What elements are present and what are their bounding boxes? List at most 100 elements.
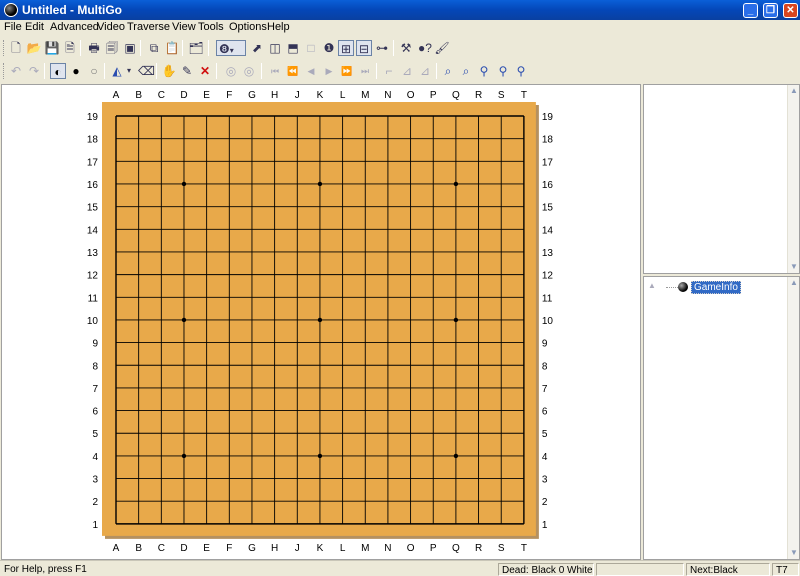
- move-number-icon: ❽: [219, 42, 230, 56]
- menu-advanced[interactable]: Advanced: [50, 21, 99, 33]
- pass-white-icon[interactable]: ◎: [241, 63, 257, 79]
- document-icon[interactable]: 🗎: [62, 40, 78, 56]
- comment-panel[interactable]: ▲ ▼: [643, 84, 800, 274]
- blank-frame-icon[interactable]: □: [303, 40, 319, 56]
- find-icon[interactable]: ⌕: [440, 63, 456, 79]
- eraser-icon[interactable]: ⌫: [138, 63, 155, 79]
- row-label-left: 3: [92, 475, 98, 486]
- menu-edit[interactable]: Edit: [25, 21, 44, 33]
- dropdown-arrow-icon[interactable]: ▾: [124, 63, 134, 79]
- tree-structure-icon[interactable]: ⊶: [374, 40, 390, 56]
- find-all-icon[interactable]: ⚲: [513, 63, 529, 79]
- restore-button[interactable]: ❐: [763, 3, 778, 18]
- tools-icon[interactable]: ⚒: [398, 40, 414, 56]
- row-label-left: 18: [87, 135, 99, 146]
- board-view-icon[interactable]: ◫: [267, 40, 283, 56]
- copy-icon[interactable]: ⧉: [146, 40, 162, 56]
- fast-back-icon[interactable]: ⏪: [285, 63, 301, 79]
- hand-icon[interactable]: ✋: [161, 63, 177, 79]
- goto-icon[interactable]: ⬈: [249, 40, 265, 56]
- toolbar-separator: [80, 40, 81, 56]
- find-prev-icon[interactable]: ⚲: [495, 63, 511, 79]
- tree-scrollbar[interactable]: ▲ ▼: [787, 277, 799, 559]
- redo-icon[interactable]: ↷: [26, 63, 42, 79]
- variation-up-icon[interactable]: ⊿: [399, 63, 415, 79]
- column-label-top: T: [521, 90, 527, 101]
- menu-view[interactable]: View: [172, 21, 196, 33]
- toolbar-separator: [104, 63, 105, 79]
- column-label-bottom: G: [248, 543, 256, 554]
- save-icon[interactable]: 💾: [44, 40, 60, 56]
- column-label-bottom: C: [158, 543, 165, 554]
- row-label-right: 1: [542, 520, 548, 531]
- board-frame-icon[interactable]: ⬒: [285, 40, 301, 56]
- open-folder-icon[interactable]: 📂: [26, 40, 42, 56]
- find-next-icon[interactable]: ⌕: [458, 63, 474, 79]
- brush-icon[interactable]: 🖌: [434, 40, 450, 56]
- app-go-stone-icon[interactable]: [4, 3, 18, 17]
- go-board[interactable]: AABBCCDDEEFFGGHHJJKKLLMMNNOOPPQQRRSSTT19…: [2, 85, 640, 559]
- fast-forward-icon[interactable]: ⏩: [339, 63, 355, 79]
- print-icon[interactable]: 🖶: [86, 40, 102, 56]
- row-label-left: 19: [87, 112, 99, 123]
- tree-collapse-icon[interactable]: ▲: [648, 281, 656, 290]
- status-empty-pane: [596, 563, 684, 576]
- toolbar-grip[interactable]: [3, 40, 6, 56]
- number-one-icon[interactable]: ❶: [321, 40, 337, 56]
- menu-traverse[interactable]: Traverse: [127, 21, 170, 33]
- close-button[interactable]: ✕: [783, 3, 798, 18]
- pass-icon[interactable]: ◎: [223, 63, 239, 79]
- scroll-down-icon[interactable]: ▼: [789, 548, 799, 558]
- print-preview-icon[interactable]: 🗐: [104, 40, 120, 56]
- variation-down-icon[interactable]: ⊿: [417, 63, 433, 79]
- first-move-icon[interactable]: ⏮: [267, 63, 283, 79]
- row-label-right: 9: [542, 339, 548, 350]
- status-next-player: Next:Black: [686, 563, 770, 576]
- export-image-icon[interactable]: ▣: [122, 40, 138, 56]
- row-label-right: 14: [542, 225, 554, 236]
- white-stone-icon[interactable]: ○: [86, 63, 102, 79]
- menu-options[interactable]: Options: [229, 21, 267, 33]
- row-label-right: 6: [542, 407, 548, 418]
- scroll-up-icon[interactable]: ▲: [789, 86, 799, 96]
- toolbar-separator: [208, 40, 209, 56]
- menu-tools[interactable]: Tools: [198, 21, 224, 33]
- pencil-icon[interactable]: ✎: [179, 63, 195, 79]
- game-tree-panel[interactable]: ▲ GameInfo ▲ ▼: [643, 276, 800, 560]
- star-point: [453, 453, 459, 459]
- scroll-up-icon[interactable]: ▲: [789, 278, 799, 288]
- scroll-down-icon[interactable]: ▼: [789, 262, 799, 272]
- menu-help[interactable]: Help: [267, 21, 290, 33]
- menu-video[interactable]: Video: [97, 21, 125, 33]
- toolbar-separator: [261, 63, 262, 79]
- column-label-top: F: [226, 90, 232, 101]
- menu-file[interactable]: File: [4, 21, 22, 33]
- alternate-stones-icon[interactable]: ◐: [50, 63, 66, 79]
- binoculars-icon[interactable]: ⚲: [476, 63, 492, 79]
- dropdown-arrow-icon: ▾: [229, 46, 234, 55]
- column-label-top: J: [295, 90, 300, 101]
- markup-icon[interactable]: ◭: [109, 63, 125, 79]
- toolbar-grip[interactable]: [3, 63, 6, 79]
- forward-icon[interactable]: ▶: [321, 63, 337, 79]
- toolbar-separator: [44, 63, 45, 79]
- new-file-icon[interactable]: 🗋: [8, 40, 24, 56]
- branch-icon[interactable]: ⊟: [356, 40, 372, 56]
- last-move-icon[interactable]: ⏭: [357, 63, 373, 79]
- paste-icon[interactable]: 📋: [164, 40, 180, 56]
- row-label-right: 17: [542, 157, 554, 168]
- help-stone-icon[interactable]: ●?: [416, 40, 434, 56]
- move-number-dropdown[interactable]: ❽▾: [216, 40, 246, 56]
- row-label-right: 11: [542, 293, 553, 304]
- prev-variation-icon[interactable]: ⌐: [381, 63, 397, 79]
- minimize-button[interactable]: _: [743, 3, 758, 18]
- properties-icon[interactable]: 🗂: [188, 40, 204, 56]
- undo-icon[interactable]: ↶: [8, 63, 24, 79]
- comment-scrollbar[interactable]: ▲ ▼: [787, 85, 799, 273]
- edit-toolbar: ↶ ↷ ◐ ● ○ ◭ ▾ ⌫ ✋ ✎ ✕ ◎ ◎ ⏮ ⏪ ◀ ▶ ⏩ ⏭ ⌐ …: [0, 59, 800, 83]
- variation-tree-icon[interactable]: ⊞: [338, 40, 354, 56]
- column-label-top: A: [113, 90, 120, 101]
- delete-icon[interactable]: ✕: [197, 63, 213, 79]
- back-icon[interactable]: ◀: [303, 63, 319, 79]
- black-stone-icon[interactable]: ●: [68, 63, 84, 79]
